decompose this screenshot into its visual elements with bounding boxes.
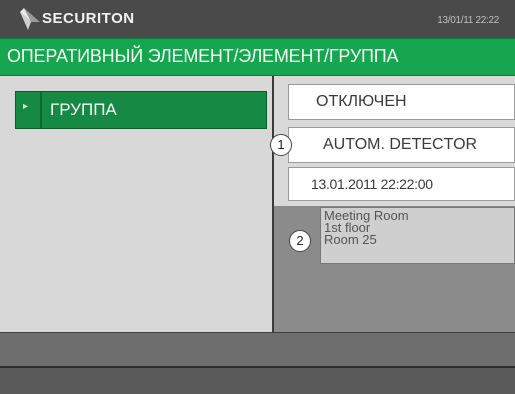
securiton-logo-icon bbox=[20, 8, 40, 30]
securiton-panel-screen: SECURITON 13/01/11 22:22 ОПЕРАТИВНЫЙ ЭЛЕ… bbox=[0, 0, 515, 394]
item-stripe bbox=[40, 92, 42, 128]
system-datetime: 13/01/11 22:22 bbox=[437, 15, 499, 26]
bullet-icon: ▸ bbox=[23, 101, 29, 112]
status-field: ОТКЛЮЧЕН bbox=[288, 84, 515, 120]
list-item-group[interactable]: ▸ ГРУППА bbox=[15, 91, 267, 129]
list-item-label: ГРУППА bbox=[50, 100, 117, 119]
footer-bar bbox=[0, 368, 515, 394]
brand-name: SECURITON bbox=[42, 10, 135, 27]
title-bar: ОПЕРАТИВНЫЙ ЭЛЕМЕНТ/ЭЛЕМЕНТ/ГРУППА bbox=[0, 38, 515, 76]
location-text: Meeting Room 1st floor Room 25 bbox=[320, 207, 515, 264]
header-bar: SECURITON 13/01/11 22:22 bbox=[0, 0, 515, 38]
location-line: Room 25 bbox=[324, 232, 377, 247]
page-title: ОПЕРАТИВНЫЙ ЭЛЕМЕНТ/ЭЛЕМЕНТ/ГРУППА bbox=[7, 46, 399, 66]
callout-marker-2: 2 bbox=[289, 230, 311, 252]
timestamp-field: 13.01.2011 22:22:00 bbox=[288, 167, 515, 201]
callout-marker-1: 1 bbox=[270, 134, 292, 156]
element-type-field: AUTOM. DETECTOR bbox=[288, 127, 515, 163]
bottom-bar bbox=[0, 332, 515, 366]
